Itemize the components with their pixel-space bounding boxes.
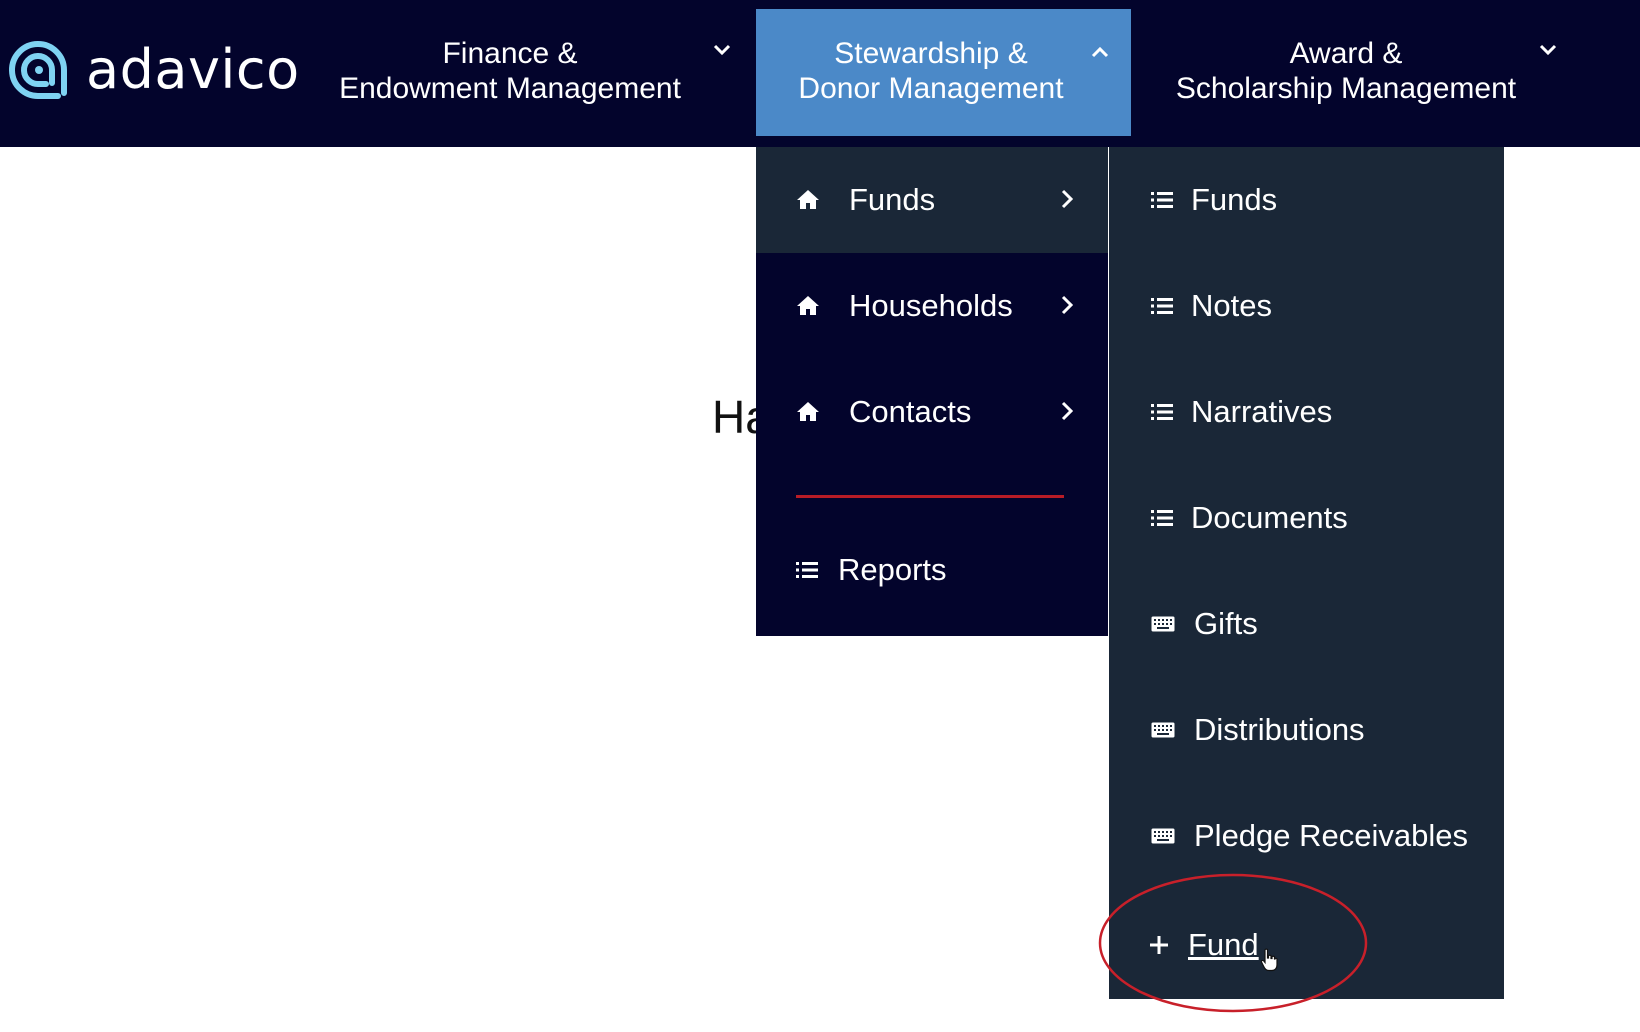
plus-icon xyxy=(1150,936,1168,954)
flyout-item-label: Notes xyxy=(1191,288,1272,323)
stewardship-submenu: Funds Households Contacts Reports xyxy=(756,147,1108,636)
flyout-item-label: Documents xyxy=(1191,500,1348,535)
keyboard-icon xyxy=(1151,722,1175,738)
top-navigation-bar: adavico Finance & Endowment Management S… xyxy=(0,0,1640,147)
chevron-right-icon xyxy=(1061,189,1073,209)
flyout-item-documents[interactable]: Documents xyxy=(1109,465,1504,565)
nav-stewardship-donor[interactable]: Stewardship & Donor Management xyxy=(756,9,1131,136)
submenu-item-label: Households xyxy=(849,288,1013,323)
submenu-item-label: Funds xyxy=(849,182,936,217)
chevron-down-icon xyxy=(1539,44,1557,56)
home-icon xyxy=(797,296,819,315)
list-icon xyxy=(1151,404,1173,420)
home-icon xyxy=(797,402,819,421)
home-icon xyxy=(797,190,819,209)
nav-stewardship-label: Stewardship & Donor Management xyxy=(798,37,1064,105)
chevron-down-icon xyxy=(713,44,731,56)
nav-finance-label: Finance & Endowment Management xyxy=(339,37,681,105)
flyout-item-notes[interactable]: Notes xyxy=(1109,253,1504,353)
hand-pointer-cursor-icon xyxy=(1260,948,1278,972)
flyout-item-funds[interactable]: Funds xyxy=(1109,147,1504,247)
submenu-item-reports[interactable]: Reports xyxy=(756,521,1108,611)
flyout-item-distributions[interactable]: Distributions xyxy=(1109,677,1504,777)
keyboard-icon xyxy=(1151,828,1175,844)
flyout-item-label: Pledge Receivables xyxy=(1194,818,1469,853)
flyout-item-label: Gifts xyxy=(1194,606,1258,641)
flyout-item-label: Distributions xyxy=(1194,712,1365,747)
list-icon xyxy=(796,562,818,578)
chevron-up-icon xyxy=(1091,46,1109,58)
add-fund-link[interactable]: Fund xyxy=(1109,905,1504,995)
flyout-item-label: Funds xyxy=(1191,182,1278,217)
chevron-right-icon xyxy=(1061,401,1073,421)
flyout-item-pledge-receivables[interactable]: Pledge Receivables xyxy=(1109,783,1504,883)
nav-award-label: Award & Scholarship Management xyxy=(1175,37,1517,105)
submenu-item-label: Reports xyxy=(838,552,947,587)
submenu-item-contacts[interactable]: Contacts xyxy=(756,359,1108,465)
flyout-item-gifts[interactable]: Gifts xyxy=(1109,571,1504,671)
submenu-item-label: Contacts xyxy=(849,394,972,429)
list-icon xyxy=(1151,510,1173,526)
list-icon xyxy=(1151,298,1173,314)
list-icon xyxy=(1151,192,1173,208)
nav-award-scholarship[interactable]: Award & Scholarship Management xyxy=(1164,0,1564,147)
chevron-right-icon xyxy=(1061,295,1073,315)
adavico-swirl-logo-icon xyxy=(9,41,67,100)
submenu-divider xyxy=(796,495,1064,498)
submenu-item-funds[interactable]: Funds xyxy=(756,147,1108,253)
submenu-item-households[interactable]: Households xyxy=(756,253,1108,359)
brand-logo[interactable]: adavico xyxy=(6,34,300,106)
brand-name: adavico xyxy=(86,38,300,101)
flyout-item-label: Narratives xyxy=(1191,394,1333,429)
keyboard-icon xyxy=(1151,616,1175,632)
nav-finance-endowment[interactable]: Finance & Endowment Management xyxy=(330,0,740,147)
flyout-item-narratives[interactable]: Narratives xyxy=(1109,359,1504,459)
funds-flyout-menu: Funds Notes Narratives Documents Gifts D… xyxy=(1109,147,1504,999)
add-fund-label: Fund xyxy=(1188,927,1259,962)
